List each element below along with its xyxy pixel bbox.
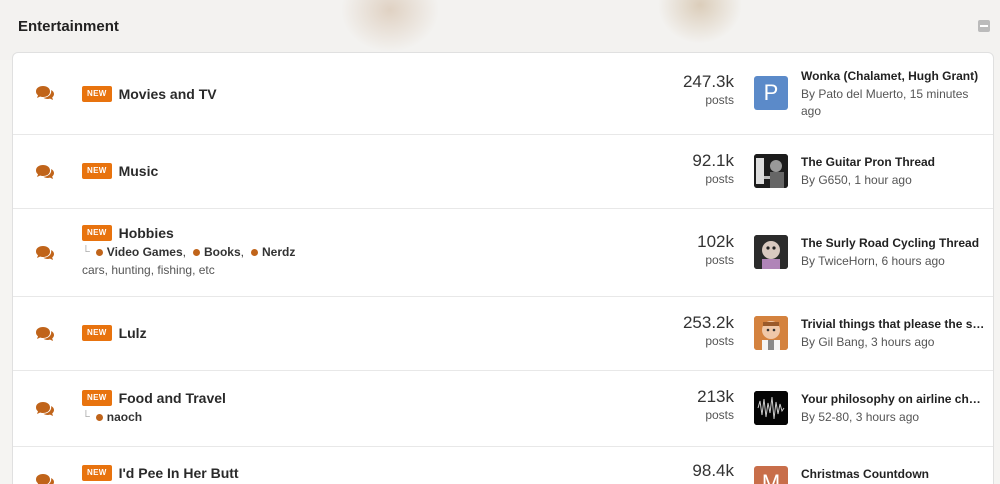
chat-bubbles-icon xyxy=(36,165,54,179)
user-avatar[interactable] xyxy=(754,154,788,188)
last-post-byline: By 52-80, 3 hours ago xyxy=(801,410,920,424)
new-badge: NEW xyxy=(82,465,112,481)
post-stats: 213k posts xyxy=(644,387,734,422)
last-post-byline: By TwiceHorn, 6 hours ago xyxy=(801,254,945,268)
forum-info: NEW I'd Pee In Her Butt xyxy=(82,463,239,483)
chat-bubbles-icon xyxy=(36,474,54,484)
posts-label: posts xyxy=(705,172,734,186)
letter-avatar[interactable]: P xyxy=(754,76,788,110)
last-post: The Surly Road Cycling Thread By TwiceHo… xyxy=(801,236,986,270)
last-post-byline: By Pato del Muerto, 15 minutes ago xyxy=(801,87,969,118)
last-post-title[interactable]: Christmas Countdown xyxy=(801,467,986,481)
new-badge: NEW xyxy=(82,325,112,341)
forum-row-hobbies: NEW Hobbies └ Video Games, Books, Nerdz xyxy=(13,209,993,297)
forum-info: NEW Food and Travel └ naoch xyxy=(82,388,226,424)
subforum-label: Video Games xyxy=(106,245,183,259)
chat-bubbles-icon xyxy=(36,86,54,100)
post-count: 92.1k xyxy=(692,151,734,170)
forum-info: NEW Hobbies └ Video Games, Books, Nerdz xyxy=(82,223,302,277)
last-post-title[interactable]: The Guitar Pron Thread xyxy=(801,155,986,169)
last-post: The Guitar Pron Thread By G650, 1 hour a… xyxy=(801,155,986,189)
subforum-link-naoch[interactable]: naoch xyxy=(95,410,143,424)
forum-title[interactable]: I'd Pee In Her Butt xyxy=(119,465,239,481)
tree-connector: └ xyxy=(82,246,90,258)
post-count: 98.4k xyxy=(692,461,734,480)
post-stats: 102k posts xyxy=(644,232,734,267)
forum-info: NEW Movies and TV xyxy=(82,84,217,104)
cartoon-avatar-image xyxy=(754,316,788,350)
last-post-title[interactable]: The Surly Road Cycling Thread xyxy=(801,236,986,250)
avatar-letter: P xyxy=(763,80,779,105)
posts-label: posts xyxy=(705,408,734,422)
forum-row-movies-tv: NEW Movies and TV 247.3k posts P Wonka (… xyxy=(13,53,993,135)
post-stats: 92.1k posts xyxy=(644,151,734,186)
collapse-button[interactable] xyxy=(978,20,990,32)
forum-info: NEW Lulz xyxy=(82,323,147,343)
subforum-list: └ Video Games, Books, Nerdz xyxy=(82,245,302,259)
avatar-letter: M xyxy=(761,470,781,484)
subforum-label: Nerdz xyxy=(262,245,296,259)
last-post: Trivial things that please the soul By G… xyxy=(801,317,986,351)
post-count: 247.3k xyxy=(682,72,734,91)
forum-description: cars, hunting, fishing, etc xyxy=(82,263,215,277)
category-header: Entertainment xyxy=(0,0,1000,52)
unread-dot xyxy=(95,248,103,256)
chat-bubbles-icon xyxy=(36,246,54,260)
forum-title[interactable]: Hobbies xyxy=(119,225,174,241)
last-post: Your philosophy on airline check-in By 5… xyxy=(801,392,986,426)
subforum-link-nerdz[interactable]: Nerdz xyxy=(251,245,295,259)
forum-row-pee: NEW I'd Pee In Her Butt 98.4k M Christma… xyxy=(13,447,993,484)
last-post: Christmas Countdown xyxy=(801,467,986,481)
user-avatar[interactable] xyxy=(754,391,788,425)
post-stats: 253.2k posts xyxy=(644,313,734,348)
tree-connector: └ xyxy=(82,411,90,423)
user-avatar[interactable] xyxy=(754,235,788,269)
subforum-link-books[interactable]: Books, xyxy=(192,245,244,259)
unread-dot xyxy=(192,248,200,256)
post-stats: 98.4k xyxy=(644,461,734,481)
forum-info: NEW Music xyxy=(82,161,158,181)
last-post-title[interactable]: Trivial things that please the soul xyxy=(801,317,986,331)
chat-bubbles-icon xyxy=(36,327,54,341)
unread-dot xyxy=(251,248,258,256)
posts-label: posts xyxy=(705,93,734,107)
post-count: 253.2k xyxy=(682,313,734,332)
new-badge: NEW xyxy=(82,163,112,179)
last-post-title[interactable]: Your philosophy on airline check-in xyxy=(801,392,986,406)
forum-row-lulz: NEW Lulz 253.2k posts Trivial things tha… xyxy=(13,297,993,371)
new-badge: NEW xyxy=(82,225,112,241)
forum-title[interactable]: Movies and TV xyxy=(119,86,217,102)
last-post-byline: By Gil Bang, 3 hours ago xyxy=(801,335,935,349)
photo-avatar-image xyxy=(754,154,788,188)
subforum-link-video-games[interactable]: Video Games, xyxy=(95,245,186,259)
posts-label: posts xyxy=(705,253,734,267)
forum-row-music: NEW Music 92.1k posts The Guitar Pron Th… xyxy=(13,135,993,209)
last-post-title[interactable]: Wonka (Chalamet, Hugh Grant) xyxy=(801,69,986,83)
forum-title[interactable]: Food and Travel xyxy=(119,390,226,406)
last-post-byline: By G650, 1 hour ago xyxy=(801,173,912,187)
subforum-label: naoch xyxy=(106,410,143,424)
forum-title[interactable]: Lulz xyxy=(119,325,147,341)
new-badge: NEW xyxy=(82,86,112,102)
forum-list: NEW Movies and TV 247.3k posts P Wonka (… xyxy=(12,52,994,484)
chat-bubbles-icon xyxy=(36,402,54,416)
unread-dot xyxy=(95,413,103,421)
category-title: Entertainment xyxy=(18,17,119,35)
letter-avatar[interactable]: M xyxy=(754,466,788,484)
forum-row-food-travel: NEW Food and Travel └ naoch 213k posts Y… xyxy=(13,371,993,447)
forum-title[interactable]: Music xyxy=(119,163,159,179)
photo-avatar-image xyxy=(754,235,788,269)
post-count: 102k xyxy=(697,232,734,251)
subforum-list: └ naoch xyxy=(82,410,226,424)
post-count: 213k xyxy=(697,387,734,406)
user-avatar[interactable] xyxy=(754,316,788,350)
last-post: Wonka (Chalamet, Hugh Grant) By Pato del… xyxy=(801,69,986,120)
waveform-avatar-image xyxy=(754,391,788,425)
new-badge: NEW xyxy=(82,390,112,406)
subforum-label: Books xyxy=(203,245,241,259)
post-stats: 247.3k posts xyxy=(644,72,734,107)
posts-label: posts xyxy=(705,334,734,348)
